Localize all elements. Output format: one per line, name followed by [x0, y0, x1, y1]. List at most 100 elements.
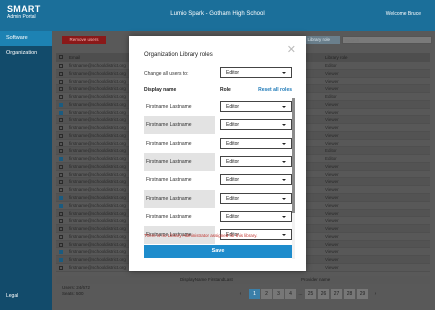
scrollbar-thumb[interactable] [292, 98, 295, 213]
pager-prev-button[interactable]: ‹ [235, 289, 246, 299]
reset-all-roles-link[interactable]: Reset all roles [258, 87, 292, 93]
row-library-role: Viewer [325, 210, 339, 216]
pager-page-25[interactable]: 25 [305, 289, 316, 299]
column-header-library-role[interactable]: Library role [325, 53, 348, 62]
welcome-user[interactable]: Welcome Bruce [386, 11, 421, 17]
row-provider: Provider name [301, 277, 331, 282]
role-row: Firstname Lastname Editor [144, 189, 292, 208]
row-library-role: Viewer [325, 187, 339, 193]
row-checkbox[interactable] [59, 133, 63, 138]
row-library-role: Viewer [325, 257, 339, 263]
row-checkbox[interactable] [59, 196, 63, 201]
row-checkbox[interactable] [59, 219, 63, 224]
remove-users-button[interactable]: Remove users [62, 36, 106, 44]
pager-page-27[interactable]: 27 [331, 289, 342, 299]
role-row-name: Firstname Lastname [146, 177, 192, 184]
scrollbar-track[interactable] [292, 98, 295, 259]
row-checkbox[interactable] [59, 188, 63, 193]
row-checkbox[interactable] [59, 87, 63, 92]
pager-page-2[interactable]: 2 [261, 289, 272, 299]
role-row: Firstname Lastname Editor [144, 171, 292, 189]
row-email: firstname@schooldistrict.org [69, 148, 126, 154]
row-checkbox[interactable] [59, 265, 63, 270]
sidebar-item-organization[interactable]: Organization [0, 46, 52, 61]
column-header-email[interactable]: Email [69, 53, 80, 62]
role-row-name: Firstname Lastname [146, 140, 192, 147]
role-select[interactable]: Editor [220, 210, 292, 222]
role-row: Firstname Lastname Editor [144, 152, 292, 171]
row-email: firstname@schooldistrict.org [69, 163, 126, 169]
legal-link[interactable]: Legal [6, 293, 18, 299]
pager-next-button[interactable]: › [370, 289, 381, 299]
pager-page-29[interactable]: 29 [357, 289, 368, 299]
row-email: firstname@schooldistrict.org [69, 125, 126, 131]
role-select-value: Editor [226, 122, 240, 129]
row-email: firstname@schooldistrict.org [69, 218, 126, 224]
row-checkbox[interactable] [59, 180, 63, 185]
row-checkbox[interactable] [59, 95, 63, 100]
role-row-name: Firstname Lastname [146, 213, 192, 220]
row-email: firstname@schooldistrict.org [69, 140, 126, 146]
row-email: firstname@schooldistrict.org [69, 171, 126, 177]
row-checkbox[interactable] [59, 258, 63, 263]
row-checkbox[interactable] [59, 172, 63, 177]
row-checkbox[interactable] [59, 227, 63, 232]
row-email: firstname@schooldistrict.org [69, 233, 126, 239]
row-checkbox[interactable] [59, 250, 63, 255]
row-library-role: Viewer [325, 218, 339, 224]
pager-page-26[interactable]: 26 [318, 289, 329, 299]
change-all-role-select[interactable]: Editor [220, 67, 292, 78]
row-email: firstname@schooldistrict.org [69, 241, 126, 247]
role-select[interactable]: Editor [220, 155, 292, 167]
row-checkbox[interactable] [59, 126, 63, 131]
select-all-checkbox[interactable] [59, 55, 63, 59]
row-checkbox[interactable] [59, 64, 63, 68]
warning-message: There is no Library Administrator assign… [144, 233, 258, 238]
role-select[interactable]: Editor [220, 101, 292, 112]
row-email: firstname@schooldistrict.org [69, 63, 126, 68]
close-icon[interactable]: ✕ [287, 45, 296, 56]
chevron-down-icon [282, 72, 286, 74]
row-library-role: Viewer [325, 179, 339, 185]
role-select-value: Editor [226, 140, 240, 147]
row-email: firstname@schooldistrict.org [69, 264, 126, 270]
row-checkbox[interactable] [59, 118, 63, 123]
row-checkbox[interactable] [59, 211, 63, 216]
row-library-role: Viewer [325, 264, 339, 270]
row-checkbox[interactable] [59, 234, 63, 239]
role-select[interactable]: Editor [220, 174, 292, 186]
row-checkbox[interactable] [59, 71, 63, 76]
row-checkbox[interactable] [59, 157, 63, 162]
role-select[interactable]: Editor [220, 119, 292, 131]
row-checkbox[interactable] [59, 102, 63, 107]
row-library-role: Editor [325, 94, 337, 100]
app-title: Lumio Spark - Gotham High School [170, 11, 265, 17]
row-email: firstname@schooldistrict.org [69, 179, 126, 185]
chevron-down-icon [282, 234, 286, 237]
row-email: firstname@schooldistrict.org [69, 117, 126, 123]
row-checkbox[interactable] [59, 242, 63, 247]
row-email: firstname@schooldistrict.org [69, 202, 126, 208]
seats-count: Seats: 500 [62, 291, 84, 296]
search-input[interactable] [342, 36, 432, 44]
chevron-down-icon [282, 142, 286, 145]
row-checkbox[interactable] [59, 79, 63, 84]
chevron-down-icon [282, 215, 286, 218]
role-select-value: Editor [226, 195, 240, 202]
save-button[interactable]: Save [144, 245, 292, 258]
pager-page-1[interactable]: 1 [249, 289, 260, 299]
row-checkbox[interactable] [59, 149, 63, 154]
role-select[interactable]: Editor [220, 137, 292, 149]
pager-page-3[interactable]: 3 [273, 289, 284, 299]
pager-page-28[interactable]: 28 [344, 289, 355, 299]
row-library-role: Viewer [325, 249, 339, 255]
row-checkbox[interactable] [59, 203, 63, 208]
row-checkbox[interactable] [59, 141, 63, 146]
row-checkbox[interactable] [59, 110, 63, 115]
role-row: Firstname Lastname Editor [144, 98, 292, 116]
role-select[interactable]: Editor [220, 192, 292, 204]
row-checkbox[interactable] [59, 164, 63, 169]
chevron-down-icon [282, 179, 286, 182]
sidebar-item-software[interactable]: Software [0, 31, 52, 46]
role-select-value: Editor [226, 104, 240, 110]
